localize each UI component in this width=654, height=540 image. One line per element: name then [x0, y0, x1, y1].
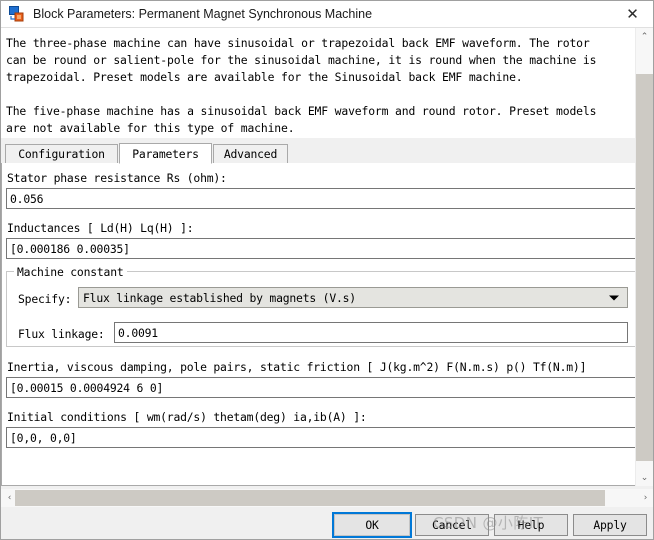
tab-strip: Configuration Parameters Advanced — [1, 143, 637, 164]
tab-configuration[interactable]: Configuration — [5, 144, 118, 164]
cancel-button-label: Cancel — [432, 518, 472, 532]
close-icon[interactable]: ✕ — [610, 1, 653, 27]
block-parameters-dialog: Block Parameters: Permanent Magnet Synch… — [0, 0, 654, 540]
initial-conditions-input[interactable]: [0,0, 0,0] — [6, 427, 636, 448]
specify-dropdown-value: Flux linkage established by magnets (V.s… — [83, 290, 356, 305]
tab-configuration-label: Configuration — [18, 147, 105, 161]
initial-conditions-label: Initial conditions [ wm(rad/s) thetam(de… — [7, 410, 367, 424]
description-area: The three-phase machine can have sinusoi… — [1, 28, 637, 138]
description-gap — [6, 86, 631, 103]
help-button-label: Help — [517, 518, 545, 532]
horizontal-scrollbar-thumb[interactable] — [15, 490, 605, 506]
apply-button[interactable]: Apply — [573, 514, 647, 536]
title-bar: Block Parameters: Permanent Magnet Synch… — [1, 1, 653, 27]
inertia-label: Inertia, viscous damping, pole pairs, st… — [7, 360, 587, 374]
inertia-input[interactable]: [0.00015 0.0004924 6 0] — [6, 377, 636, 398]
flux-linkage-label: Flux linkage: — [18, 327, 105, 341]
specify-dropdown[interactable]: Flux linkage established by magnets (V.s… — [78, 287, 628, 308]
scroll-up-icon[interactable]: ⌃ — [636, 28, 653, 45]
scroll-right-icon[interactable]: › — [637, 489, 653, 506]
tab-parameters[interactable]: Parameters — [119, 143, 212, 164]
vertical-scrollbar[interactable]: ⌃ ⌄ — [635, 28, 653, 486]
scroll-down-icon[interactable]: ⌄ — [636, 469, 653, 486]
description-paragraph-1: The three-phase machine can have sinusoi… — [6, 36, 597, 84]
stator-resistance-label: Stator phase resistance Rs (ohm): — [7, 171, 227, 185]
flux-linkage-input[interactable]: 0.0091 — [114, 322, 628, 343]
simulink-block-icon — [9, 6, 25, 22]
apply-button-label: Apply — [593, 518, 627, 532]
help-button[interactable]: Help — [494, 514, 568, 536]
tab-advanced[interactable]: Advanced — [213, 144, 288, 164]
parameters-panel: Stator phase resistance Rs (ohm): 0.056 … — [1, 163, 637, 486]
tab-advanced-label: Advanced — [223, 147, 278, 161]
inductances-label: Inductances [ Ld(H) Lq(H) ]: — [7, 221, 194, 235]
specify-label: Specify: — [18, 292, 72, 306]
window-title: Block Parameters: Permanent Magnet Synch… — [33, 7, 373, 21]
description-paragraph-2: The five-phase machine has a sinusoidal … — [6, 104, 597, 135]
stator-resistance-input[interactable]: 0.056 — [6, 188, 636, 209]
dialog-button-bar: OK Cancel Help Apply — [1, 507, 653, 539]
ok-button[interactable]: OK — [332, 512, 412, 538]
vertical-scrollbar-thumb[interactable] — [636, 74, 653, 461]
chevron-down-icon — [609, 295, 619, 300]
tab-parameters-label: Parameters — [132, 146, 199, 161]
ok-button-label: OK — [365, 518, 379, 532]
machine-constant-group-title: Machine constant — [14, 265, 127, 279]
cancel-button[interactable]: Cancel — [415, 514, 489, 536]
inductances-input[interactable]: [0.000186 0.00035] — [6, 238, 636, 259]
horizontal-scrollbar[interactable]: ‹ › — [1, 489, 653, 507]
